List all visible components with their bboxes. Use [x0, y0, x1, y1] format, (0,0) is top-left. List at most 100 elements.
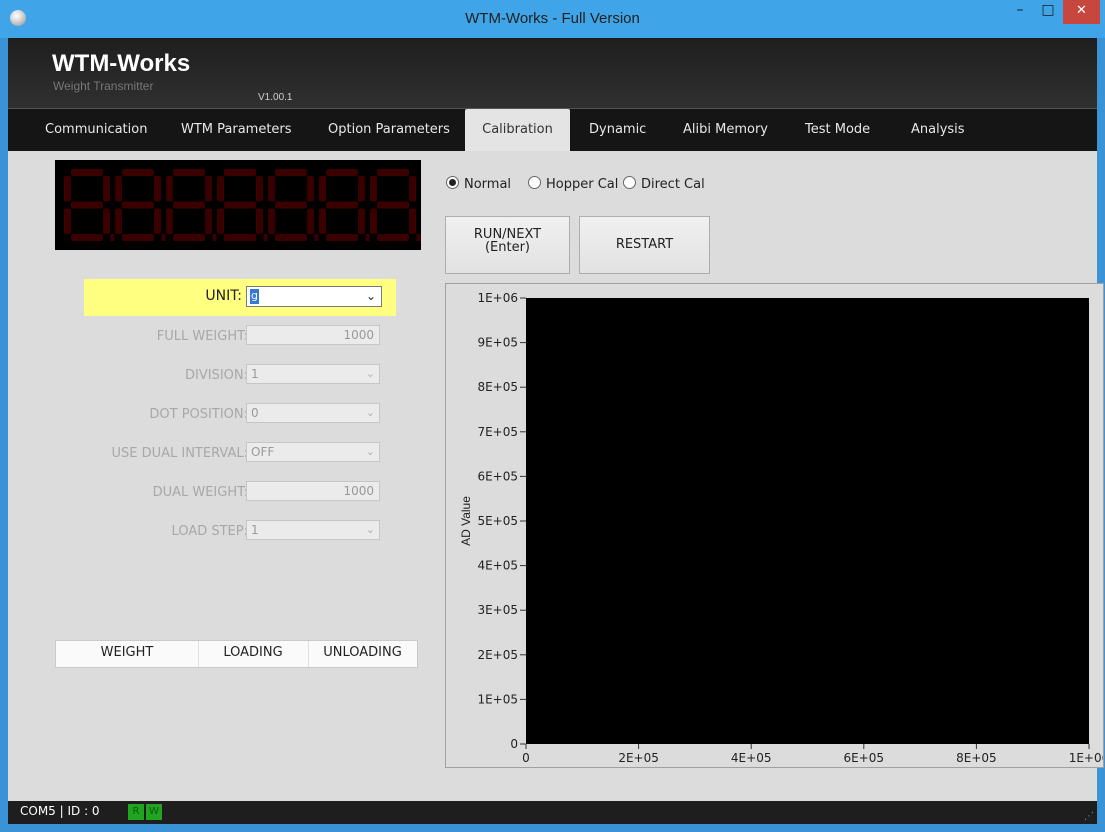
tab-communication[interactable]: Communication — [45, 109, 147, 151]
radio-hopper-cal[interactable]: Hopper Cal — [528, 176, 618, 192]
display-segment — [377, 169, 409, 176]
dot-position-select[interactable]: 0 ⌄ — [246, 403, 380, 423]
restart-button[interactable]: RESTART — [579, 216, 710, 274]
display-dot — [212, 234, 217, 241]
display-segment — [224, 201, 256, 209]
display-segment — [166, 208, 173, 234]
write-indicator: W — [146, 804, 162, 820]
x-tick-label: 6E+05 — [844, 751, 885, 765]
division-select[interactable]: 1 ⌄ — [246, 364, 380, 384]
load-step-select[interactable]: 1 ⌄ — [246, 520, 380, 540]
display-segment — [122, 234, 154, 241]
display-segment — [166, 176, 173, 202]
division-label: DIVISION: — [185, 368, 248, 383]
status-bar: COM5 | ID : 0 R W ⋰ — [8, 801, 1097, 824]
dual-weight-label: DUAL WEIGHT: — [152, 485, 248, 500]
window-title: WTM-Works - Full Version — [465, 10, 640, 27]
display-segment — [275, 234, 307, 241]
display-segment — [326, 169, 358, 176]
display-segment — [64, 176, 71, 202]
resize-grip-icon[interactable]: ⋰ — [1084, 811, 1094, 822]
table-header-unloading[interactable]: UNLOADING — [308, 641, 417, 667]
read-indicator: R — [128, 804, 144, 820]
division-row: DIVISION: 1 ⌄ — [8, 364, 428, 388]
app-window: WTM-Works - Full Version – □ ✕ WTM-Works… — [0, 0, 1105, 832]
display-segment — [275, 169, 307, 176]
display-digit — [217, 169, 268, 241]
display-segment — [326, 234, 358, 241]
display-segment — [71, 201, 103, 209]
display-dot — [263, 234, 268, 241]
display-segment — [224, 169, 256, 176]
display-digit — [319, 169, 370, 241]
brand-subtitle: Weight Transmitter — [53, 79, 154, 93]
table-header-loading[interactable]: LOADING — [198, 641, 309, 667]
dual-interval-select[interactable]: OFF ⌄ — [246, 442, 380, 462]
minimize-button[interactable]: – — [1006, 0, 1034, 24]
unit-label: UNIT: — [205, 288, 242, 304]
display-segment — [256, 176, 263, 202]
display-segment — [268, 208, 275, 234]
dual-interval-label: USE DUAL INTERVAL: — [111, 446, 248, 461]
dual-interval-value: OFF — [251, 445, 275, 459]
connection-status: COM5 | ID : 0 — [20, 804, 100, 818]
y-tick-label: 3E+05 — [477, 603, 518, 617]
display-segment — [173, 169, 205, 176]
close-button[interactable]: ✕ — [1063, 0, 1100, 24]
display-dot — [110, 234, 115, 241]
tab-calibration[interactable]: Calibration — [465, 109, 570, 151]
tab-option-parameters[interactable]: Option Parameters — [328, 109, 450, 151]
maximize-button[interactable]: □ — [1034, 0, 1062, 24]
y-tick-label: 8E+05 — [477, 380, 518, 394]
unit-value: g — [250, 289, 259, 304]
chevron-down-icon: ⌄ — [365, 406, 375, 419]
display-segment — [115, 176, 122, 202]
radio-normal-label: Normal — [464, 177, 512, 192]
full-weight-field[interactable]: 1000 — [246, 325, 380, 345]
plot-area[interactable] — [526, 298, 1089, 744]
display-segment — [370, 176, 377, 202]
display-segment — [326, 201, 358, 209]
calibration-table[interactable]: WEIGHT LOADING UNLOADING — [55, 640, 418, 668]
tab-wtm-parameters[interactable]: WTM Parameters — [181, 109, 292, 151]
x-tick-label: 4E+05 — [731, 751, 772, 765]
full-weight-label: FULL WEIGHT: — [156, 329, 248, 344]
x-tick-label: 2E+05 — [618, 751, 659, 765]
unit-select[interactable]: g ⌄ — [246, 286, 382, 307]
ad-value-chart[interactable]: 0 1E+05 2E+05 3E+05 4E+05 5E+05 6E+05 7E+05 8E+0… — [446, 284, 1105, 767]
tab-analysis[interactable]: Analysis — [911, 109, 965, 151]
display-segment — [122, 201, 154, 209]
y-tick-label: 7E+05 — [477, 425, 518, 439]
display-digit — [370, 169, 421, 241]
display-segment — [173, 201, 205, 209]
display-digit — [64, 169, 115, 241]
tab-test-mode[interactable]: Test Mode — [805, 109, 870, 151]
display-segment — [307, 176, 314, 202]
display-segment — [122, 169, 154, 176]
radio-direct-cal-label: Direct Cal — [641, 177, 705, 192]
display-segment — [370, 208, 377, 234]
dual-weight-field[interactable]: 1000 — [246, 481, 380, 501]
dot-position-value: 0 — [251, 406, 259, 420]
app-header: WTM-Works Weight Transmitter V1.00.1 — [8, 38, 1097, 108]
tab-alibi-memory[interactable]: Alibi Memory — [683, 109, 768, 151]
chevron-down-icon: ⌄ — [365, 367, 375, 380]
display-segment — [217, 208, 224, 234]
display-segment — [154, 176, 161, 202]
table-header-weight[interactable]: WEIGHT — [56, 641, 199, 667]
display-segment — [205, 208, 212, 234]
weight-display — [55, 160, 421, 250]
radio-normal[interactable]: Normal — [446, 176, 511, 192]
run-next-button[interactable]: RUN/NEXT (Enter) — [445, 216, 570, 274]
display-segment — [409, 208, 416, 234]
tab-dynamic[interactable]: Dynamic — [589, 109, 646, 151]
version-label: V1.00.1 — [258, 92, 293, 103]
chevron-down-icon: ⌄ — [365, 289, 376, 303]
display-digit — [115, 169, 166, 241]
display-segment — [256, 208, 263, 234]
radio-direct-cal[interactable]: Direct Cal — [623, 176, 705, 192]
run-next-shortcut: (Enter) — [484, 240, 531, 255]
title-bar[interactable]: WTM-Works - Full Version – □ ✕ — [0, 0, 1105, 38]
chart-panel: 0 1E+05 2E+05 3E+05 4E+05 5E+05 6E+05 7E+05 8E+0… — [445, 283, 1105, 768]
display-segment — [64, 208, 71, 234]
